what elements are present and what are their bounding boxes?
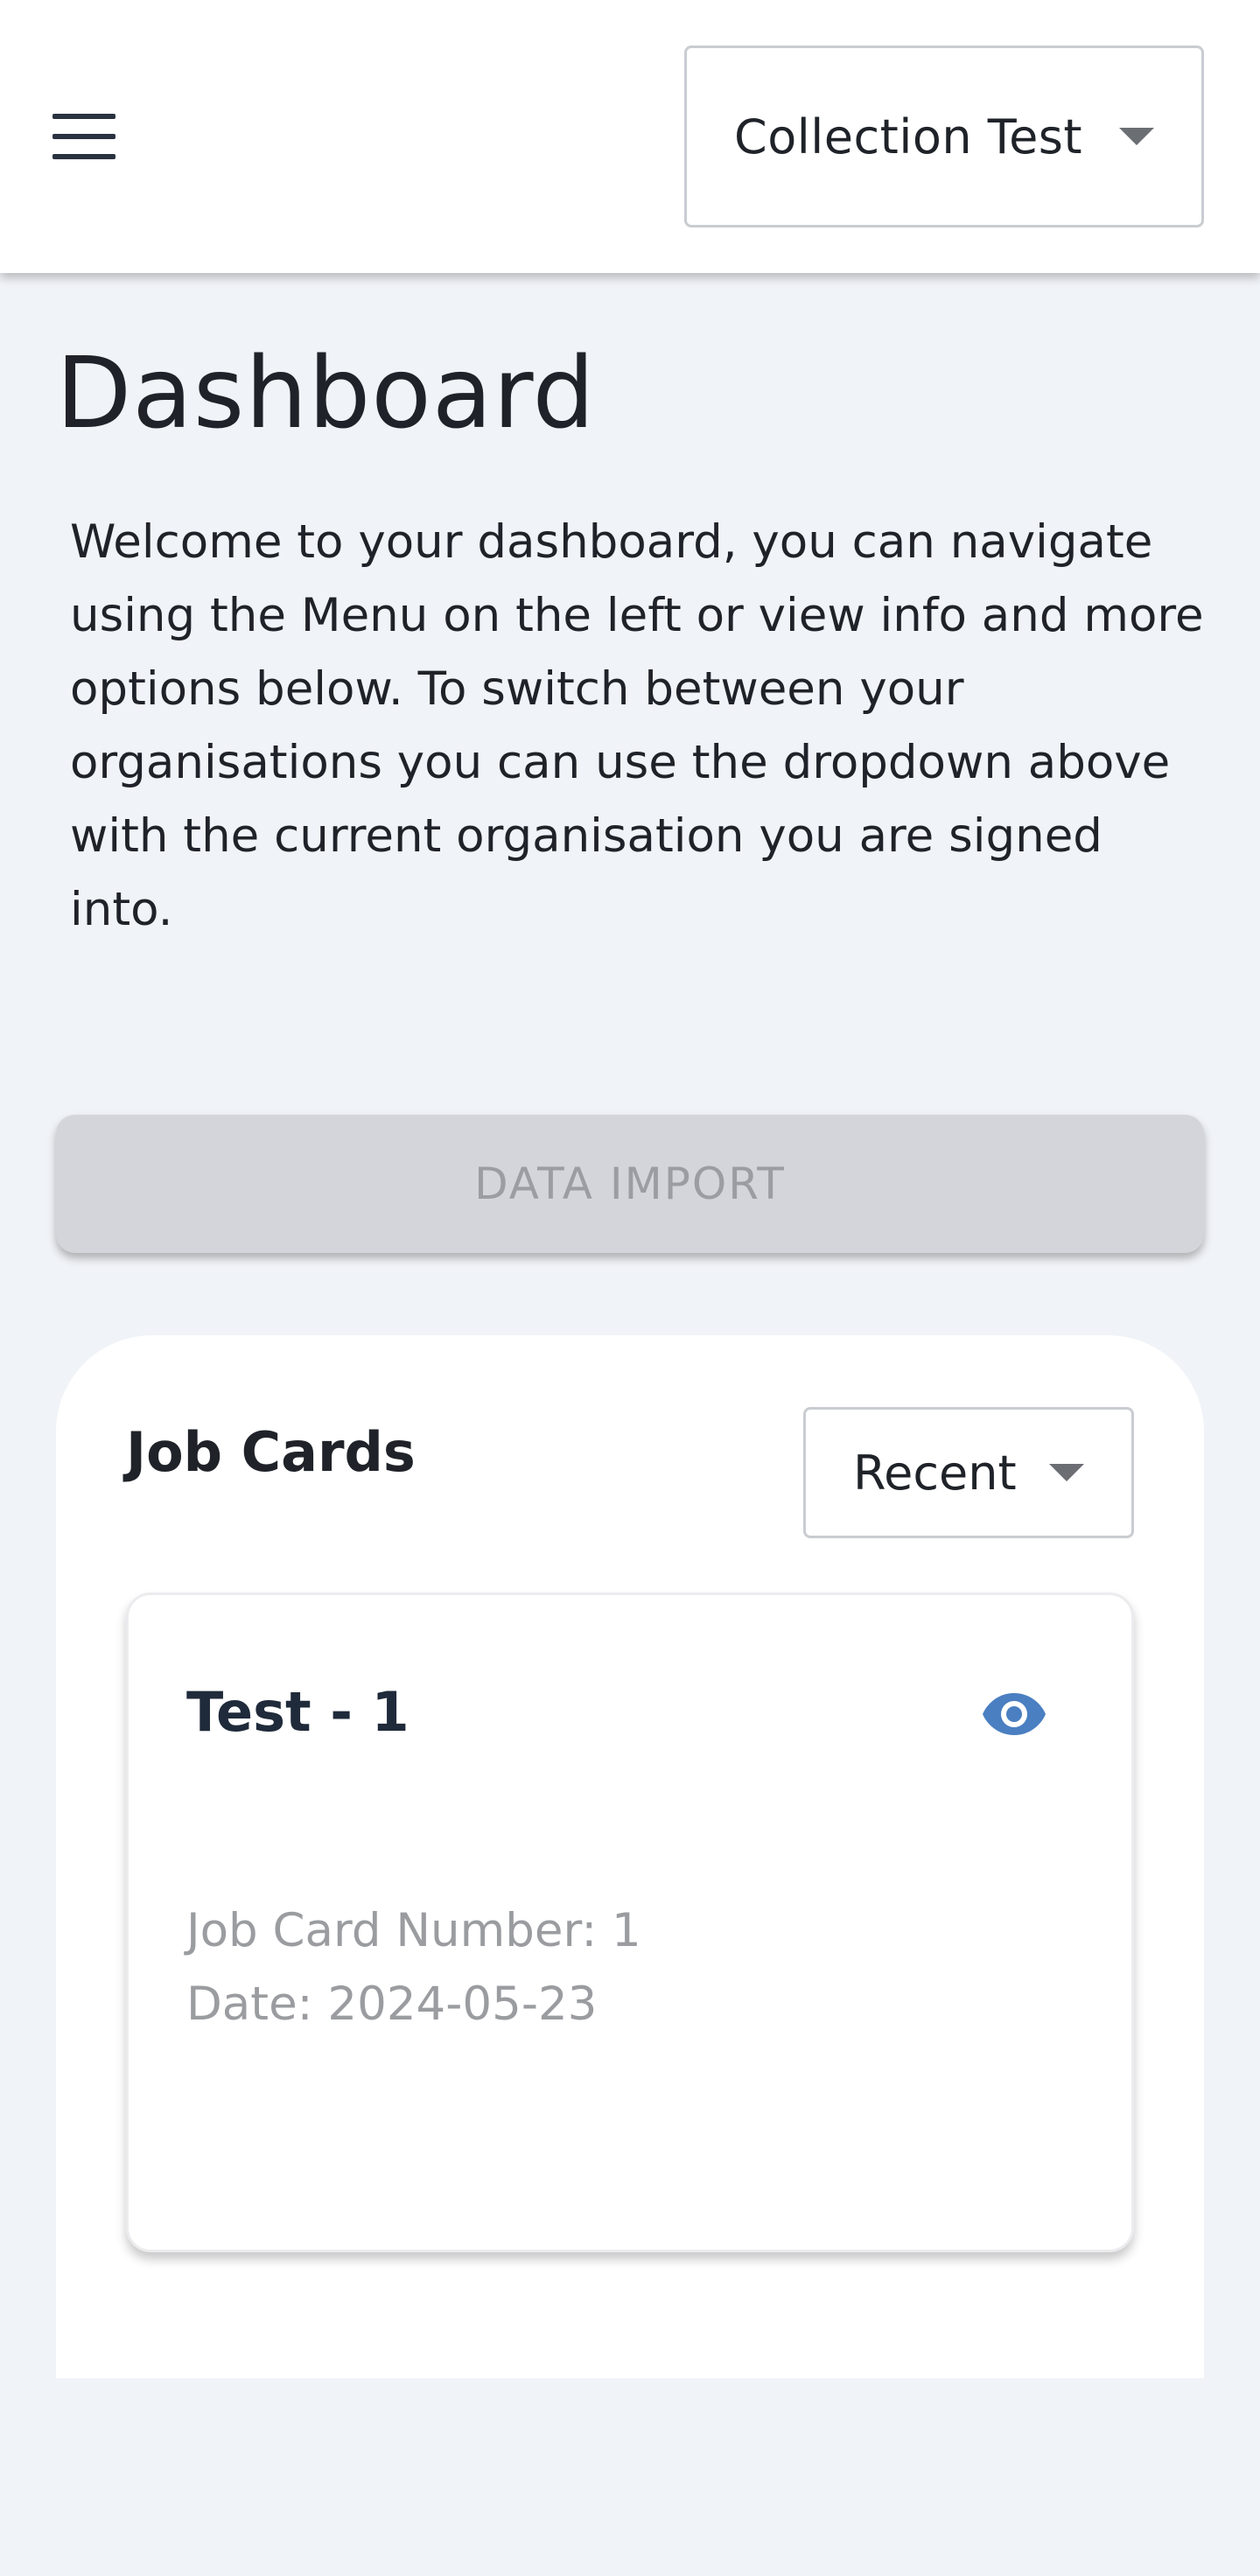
hamburger-menu-button[interactable] [35,96,133,177]
organisation-selector-value: Collection Test [734,108,1083,164]
eye-icon [983,1693,1046,1735]
hamburger-menu-icon [52,114,116,159]
job-card[interactable]: Test - 1 Job Card Number: 1 Date: 2024-0… [126,1592,1134,2252]
caret-down-icon [1119,128,1154,145]
view-job-card-button[interactable] [970,1679,1058,1749]
page-title: Dashboard [56,337,596,451]
data-import-button[interactable]: DATA IMPORT [56,1115,1204,1253]
caret-down-icon [1049,1464,1084,1481]
top-app-bar: Collection Test [0,0,1260,273]
job-card-details: Job Card Number: 1 Date: 2024-05-23 [186,1894,641,2041]
job-card-date: Date: 2024-05-23 [186,1978,598,2031]
job-card-number: Job Card Number: 1 [186,1904,641,1957]
job-cards-filter-select[interactable]: Recent [803,1407,1134,1538]
job-cards-panel: Job Cards Recent Test - 1 Job Card Numbe… [56,1335,1204,2378]
job-card-title: Test - 1 [186,1680,410,1744]
organisation-selector[interactable]: Collection Test [684,46,1204,228]
welcome-text: Welcome to your dashboard, you can navig… [70,515,1204,936]
job-cards-title: Job Cards [126,1420,416,1484]
job-cards-filter-value: Recent [853,1445,1017,1501]
